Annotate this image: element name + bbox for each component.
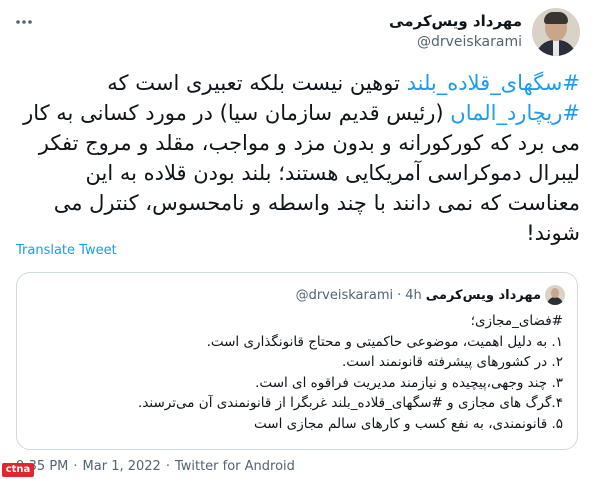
quoted-tweet[interactable]: مهرداد ویس‌کرمی @drveiskarami · 4h #فضای… <box>16 272 578 450</box>
tweet-date[interactable]: Mar 1, 2022 <box>83 459 161 474</box>
tweet-source: Twitter for Android <box>174 459 295 474</box>
quoted-line: ۱. به دلیل اهمیت، موضوعی حاکمیتی و محتاج… <box>206 333 563 350</box>
author-handle[interactable]: @drveiskarami <box>389 32 522 52</box>
translate-tweet-link[interactable]: Translate Tweet <box>16 243 117 258</box>
quoted-author-name: مهرداد ویس‌کرمی <box>425 287 541 303</box>
quoted-time: 4h <box>405 287 422 303</box>
tweet-text: #سگهای_قلاده_بلند توهین نیست بلکه تعبیری… <box>14 68 580 248</box>
quoted-tweet-header: مهرداد ویس‌کرمی @drveiskarami · 4h <box>296 285 565 305</box>
separator-dot: · <box>73 459 78 474</box>
quoted-line: ۳. چند وجهی،پیچیده و نیازمند مدیریت فراق… <box>255 374 563 391</box>
separator-dot: · <box>397 287 402 303</box>
quoted-line: ۵. قانونمندی، به نفع کسب و کارهای سالم م… <box>254 415 563 432</box>
tweet-footer: 9:35 PM · Mar 1, 2022 · Twitter for Andr… <box>16 459 295 474</box>
quoted-tweet-text: #فضای_مجازی؛ ۱. به دلیل اهمیت، موضوعی حا… <box>27 311 563 434</box>
hashtag-link[interactable]: #سگهای_قلاده_بلند <box>407 71 580 95</box>
quoted-author-avatar <box>545 285 565 305</box>
hashtag-link[interactable]: #ریچارد_الماں <box>450 101 580 125</box>
tweet-text-segment: توهین نیست بلکه تعبیری است که <box>107 71 407 95</box>
author-names: مهرداد ویس‌کرمی @drveiskarami <box>389 11 522 52</box>
watermark-logo: ctna <box>2 463 34 477</box>
separator-dot: · <box>165 459 170 474</box>
quoted-meta: @drveiskarami · 4h <box>296 288 422 303</box>
quoted-line: ۲. در کشورهای پیشرفته قانونمند است. <box>341 354 563 370</box>
more-dots-icon[interactable] <box>14 12 34 32</box>
author-display-name[interactable]: مهرداد ویس‌کرمی <box>389 11 522 31</box>
author-avatar[interactable] <box>532 8 580 56</box>
quoted-line: ۴.گرگ های مجازی و #سگهای_قلاده_بلند غربگ… <box>138 395 563 411</box>
quoted-author-handle: @drveiskarami <box>295 287 394 303</box>
tweet-header: مهرداد ویس‌کرمی @drveiskarami <box>0 8 596 58</box>
quoted-line: #فضای_مجازی؛ <box>470 313 563 329</box>
